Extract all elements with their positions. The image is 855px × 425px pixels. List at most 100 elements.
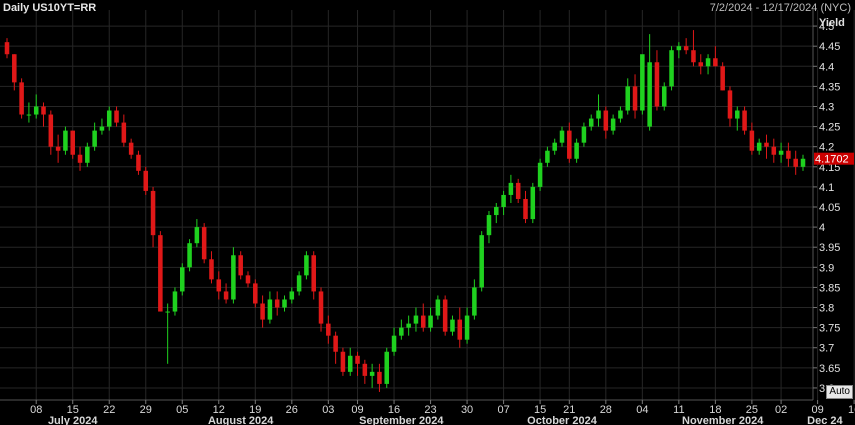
candle-body [128,142,134,155]
candle-body [296,275,302,292]
candle-body [121,122,127,143]
candle-body [596,110,601,119]
candle-body [793,158,798,167]
candle-body [786,150,791,159]
candle-body [289,291,295,300]
candle-body [450,319,455,332]
x-tick-label: 16 [848,404,855,416]
candle-body [92,130,97,147]
candle-body [457,319,463,340]
candle-body [187,243,192,268]
candle-body [399,327,404,336]
candle-body [347,355,353,372]
grid-lines [0,10,855,400]
candle-body [800,158,806,167]
candle-body [180,267,185,292]
candle-body [391,335,397,352]
candle-body [55,146,61,151]
y-tick-label: 4.5 [819,21,834,33]
candle-body [70,130,75,155]
candle-body [194,227,200,244]
chart-title: Daily US10YT=RR [3,2,97,14]
candle-body [274,299,280,308]
x-tick-label: 04 [636,404,648,416]
candle-body [377,371,382,384]
candle-body [640,54,645,111]
x-tick-label: 22 [103,404,115,416]
candle-body [172,291,178,312]
y-tick-label: 3.95 [819,242,840,254]
last-price-marker: 4.1702 [814,152,854,166]
y-tick-label: 3.85 [819,282,840,294]
candle-body [661,86,667,107]
y-tick-label: 4.2 [819,142,834,154]
candle-body [581,126,587,143]
y-tick-label: 4.45 [819,41,840,53]
candle-body [333,335,338,352]
candle-body [282,299,287,308]
candle-body [48,114,54,147]
candle-body [318,291,324,324]
candle-body [33,106,39,115]
candle-body [114,110,119,123]
x-month-label: Dec 24 [807,415,843,425]
candle-body [41,106,46,115]
candle-body [771,146,777,155]
candle-body [683,46,689,51]
candle-body [158,235,163,312]
candle-body [26,114,32,116]
candle-body [413,315,419,324]
candle-body [136,154,141,171]
candle-body [486,215,492,236]
y-tick-label: 4.4 [819,61,834,73]
candle-body [676,46,682,51]
candle-body [63,130,68,151]
candle-body [749,130,755,151]
x-tick-label: 29 [140,404,152,416]
candle-body [537,162,543,187]
candle-body [515,182,521,199]
y-tick-label: 4.35 [819,81,840,93]
candle-body [267,299,273,320]
candle-body [245,275,251,284]
candle-body [77,154,83,163]
candle-body [567,130,572,159]
x-tick-label: 26 [286,404,298,416]
x-tick-label: 30 [461,404,473,416]
y-tick-label: 4.25 [819,122,840,134]
candle-body [201,227,207,260]
candle-body [559,130,565,143]
candle-body [472,287,477,316]
candle-body [143,170,149,191]
candle-body [742,110,747,131]
candle-body [12,54,17,83]
candle-body [99,126,105,131]
candle-body [19,82,24,115]
y-tick-label: 3.65 [819,363,840,375]
candle-body [311,255,316,292]
candle-body [340,351,346,372]
x-tick-label: 07 [497,404,509,416]
candle-body [428,315,433,328]
candles [4,30,806,392]
candle-body [632,86,638,111]
candle-body [106,110,112,127]
auto-scale-button[interactable]: Auto [826,385,853,399]
x-axis: 08 15 22 29 05 12 19 26 03 09 16 23 30 07 15 21 28 04 11 18… [30,400,855,425]
candle-body [85,146,90,163]
x-tick-label: 08 [30,404,42,416]
candle-body [442,299,448,332]
x-tick-label: 02 [775,404,787,416]
candle-body [698,62,704,67]
x-tick-label: 28 [600,404,612,416]
x-month-label: October 2024 [527,415,598,425]
candle-body [735,110,740,119]
candle-body [260,303,265,320]
candle-body [552,142,557,151]
candle-body [574,142,579,159]
candle-body [4,42,10,55]
candle-body [654,62,660,107]
x-tick-label: 05 [176,404,188,416]
candle-body [369,371,375,376]
x-month-label: July 2024 [48,415,98,425]
